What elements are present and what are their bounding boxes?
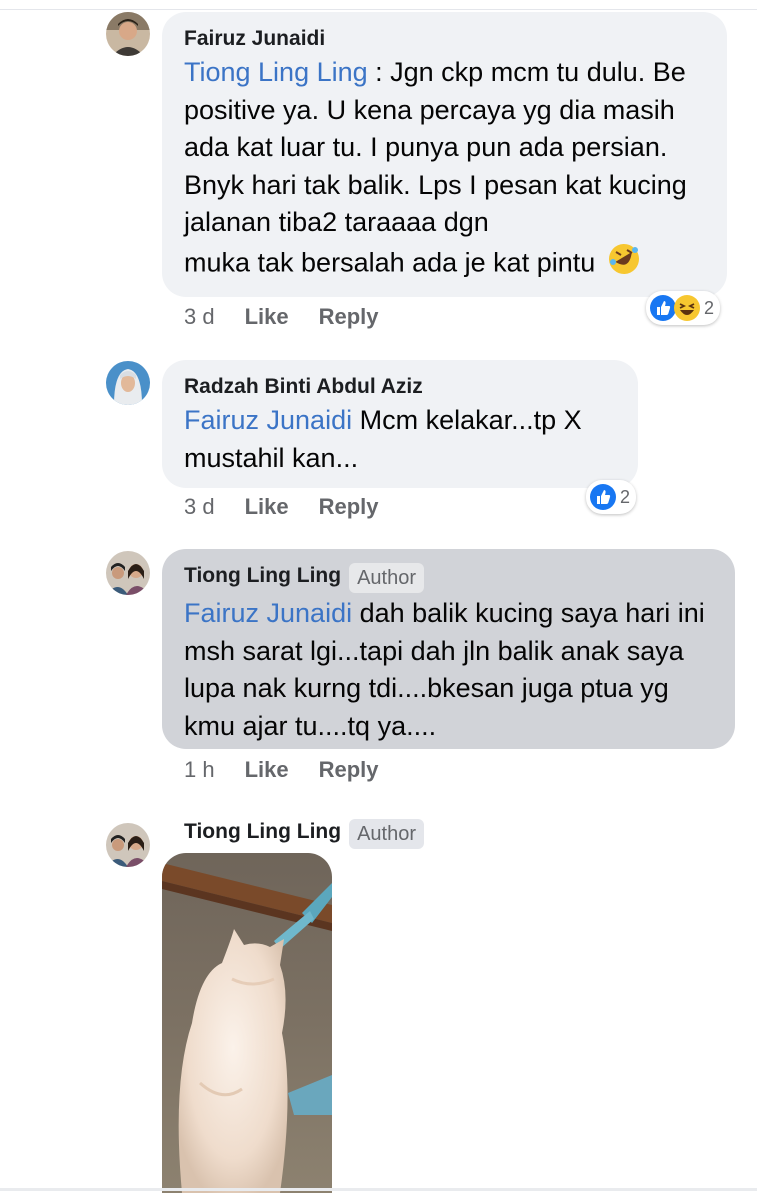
- comment-actions: 3 d Like Reply: [184, 494, 379, 520]
- comment-text: Fairuz Junaidi dah balik kucing saya har…: [184, 598, 705, 741]
- avatar-fairuz-junaidi[interactable]: [106, 12, 150, 56]
- timestamp[interactable]: 1 h: [184, 757, 215, 783]
- reply-button[interactable]: Reply: [319, 494, 379, 520]
- timestamp[interactable]: 3 d: [184, 494, 215, 520]
- comment-actions: 1 h Like Reply: [184, 757, 379, 783]
- reply-button[interactable]: Reply: [319, 757, 379, 783]
- reply-button[interactable]: Reply: [319, 304, 379, 330]
- commenter-name[interactable]: Tiong Ling Ling: [184, 819, 341, 845]
- comment-bubble-author: Tiong Ling Ling Author Fairuz Junaidi dah…: [162, 549, 735, 749]
- commenter-name[interactable]: Radzah Binti Abdul Aziz: [184, 374, 423, 400]
- like-icon: [590, 484, 616, 510]
- commenter-name[interactable]: Tiong Ling Ling: [184, 563, 341, 589]
- comment-text: Fairuz Junaidi Mcm kelakar...tp X mustah…: [184, 405, 582, 473]
- avatar-radzah[interactable]: [106, 361, 150, 405]
- mention-link[interactable]: Tiong Ling Ling: [184, 57, 368, 87]
- rofl-emoji-icon: [607, 242, 641, 287]
- reaction-summary[interactable]: 2: [586, 480, 637, 514]
- comment-actions: 3 d Like Reply: [184, 304, 379, 330]
- bottom-divider: [0, 1188, 757, 1191]
- top-divider: [0, 9, 757, 10]
- like-button[interactable]: Like: [245, 494, 289, 520]
- comment-text: Tiong Ling Ling : Jgn ckp mcm tu dulu. B…: [184, 54, 705, 286]
- avatar-tiong-ling-ling[interactable]: [106, 823, 150, 867]
- like-button[interactable]: Like: [245, 757, 289, 783]
- haha-icon: [674, 295, 700, 321]
- mention-link[interactable]: Fairuz Junaidi: [184, 405, 352, 435]
- comment-bubble: Radzah Binti Abdul Aziz Fairuz Junaidi M…: [162, 360, 638, 488]
- commenter-name[interactable]: Fairuz Junaidi: [184, 26, 325, 52]
- reaction-summary[interactable]: 2: [646, 291, 721, 325]
- comment-bubble: Fairuz Junaidi Tiong Ling Ling : Jgn ckp…: [162, 12, 727, 297]
- like-button[interactable]: Like: [245, 304, 289, 330]
- timestamp[interactable]: 3 d: [184, 304, 215, 330]
- comment-header: Tiong Ling Ling Author: [184, 819, 425, 849]
- author-badge: Author: [349, 563, 425, 593]
- attached-cat-photo[interactable]: [162, 853, 332, 1193]
- avatar-tiong-ling-ling[interactable]: [106, 551, 150, 595]
- mention-link[interactable]: Fairuz Junaidi: [184, 598, 352, 628]
- author-badge: Author: [349, 819, 425, 849]
